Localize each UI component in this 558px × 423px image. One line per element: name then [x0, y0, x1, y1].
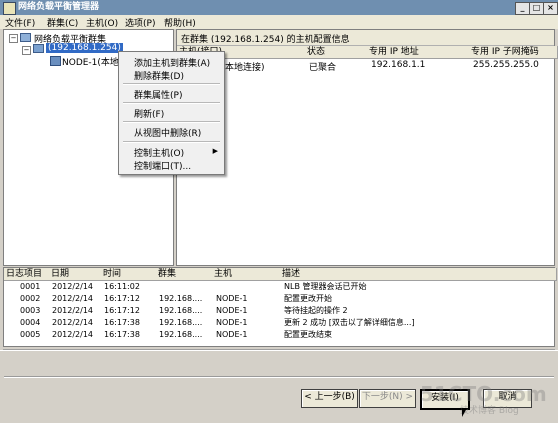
menu-bar: 文件(F) 群集(C) 主机(O) 选项(P) 帮助(H) — [0, 15, 558, 29]
cluster-icon — [33, 44, 44, 53]
log-column-description[interactable]: 描述 — [280, 268, 557, 281]
menu-options[interactable]: 选项(P) — [125, 16, 155, 29]
menu-host[interactable]: 主机(O) — [86, 16, 118, 29]
back-button[interactable]: < 上一步(B) — [301, 389, 358, 408]
menu-item-control-ports[interactable]: 控制端口(T)... — [134, 159, 191, 172]
status-cell: 已聚合 — [309, 63, 337, 73]
log-date: 2012/2/14 — [52, 294, 94, 303]
mouse-cursor-icon — [462, 408, 467, 417]
log-date: 2012/2/14 — [52, 318, 94, 327]
log-date: 2012/2/14 — [52, 282, 94, 291]
log-description: 更新 2 成功 [双击以了解详细信息...] — [284, 318, 415, 327]
column-private-ip[interactable]: 专用 IP 地址 — [367, 46, 472, 59]
menu-separator — [123, 102, 220, 104]
table-row[interactable]: 本地连接) 已聚合 192.168.1.1 255.255.255.0 — [177, 59, 554, 73]
log-column-id[interactable]: 日志项目 — [4, 268, 52, 281]
log-host: NODE-1 — [216, 318, 248, 327]
log-row[interactable]: 0001 2012/2/14 16:11:02 NLB 管理器会话已开始 — [4, 281, 554, 293]
host-icon — [50, 56, 61, 66]
log-row[interactable]: 0002 2012/2/14 16:17:12 192.168.... NODE… — [4, 293, 554, 305]
menu-help[interactable]: 帮助(H) — [164, 16, 196, 29]
log-cluster: 192.168.... — [159, 318, 203, 327]
maximize-button[interactable]: □ — [529, 2, 544, 15]
collapse-icon[interactable]: − — [9, 34, 18, 43]
log-description: NLB 管理器会话已开始 — [284, 282, 367, 291]
log-date: 2012/2/14 — [52, 330, 94, 339]
log-time: 16:11:02 — [104, 282, 140, 291]
collapse-icon[interactable]: − — [22, 46, 31, 55]
host-cell: 本地连接) — [225, 63, 265, 73]
log-date: 2012/2/14 — [52, 306, 94, 315]
network-cluster-icon — [20, 33, 31, 42]
app-icon — [3, 2, 16, 15]
host-pane-title: 在群集 (192.168.1.254) 的主机配置信息 — [181, 35, 350, 45]
log-time: 16:17:12 — [104, 294, 140, 303]
log-id: 0001 — [20, 282, 41, 291]
menu-item-delete-cluster[interactable]: 删除群集(D) — [134, 69, 184, 82]
log-id: 0002 — [20, 294, 41, 303]
log-cluster: 192.168.... — [159, 306, 203, 315]
divider — [4, 376, 554, 378]
log-row[interactable]: 0003 2012/2/14 16:17:12 192.168.... NODE… — [4, 305, 554, 317]
log-host: NODE-1 — [216, 294, 248, 303]
log-time: 16:17:38 — [104, 330, 140, 339]
window-title: 网络负载平衡管理器 — [18, 2, 100, 12]
menu-item-cluster-properties[interactable]: 群集属性(P) — [134, 88, 182, 101]
log-column-cluster[interactable]: 群集 — [156, 268, 215, 281]
log-host: NODE-1 — [216, 306, 248, 315]
log-id: 0003 — [20, 306, 41, 315]
log-description: 配置更改结束 — [284, 330, 332, 339]
menu-separator — [123, 121, 220, 123]
tree-cluster[interactable]: (192.168.1.254) — [46, 43, 123, 53]
menu-item-remove-from-view[interactable]: 从视图中删除(R) — [134, 126, 201, 139]
close-button[interactable]: × — [543, 2, 558, 15]
ip-cell: 192.168.1.1 — [371, 60, 426, 70]
menu-item-add-host[interactable]: 添加主机到群集(A) — [134, 56, 210, 69]
log-id: 0005 — [20, 330, 41, 339]
menu-separator — [123, 83, 220, 85]
log-id: 0004 — [20, 318, 41, 327]
column-status[interactable]: 状态 — [305, 46, 370, 59]
log-time: 16:17:38 — [104, 318, 140, 327]
minimize-button[interactable]: _ — [515, 2, 530, 15]
watermark-subtitle: 技术博客 Blog — [460, 406, 519, 416]
menu-file[interactable]: 文件(F) — [5, 16, 35, 29]
host-pane-caption: 在群集 (192.168.1.254) 的主机配置信息 — [177, 30, 554, 46]
log-row[interactable]: 0005 2012/2/14 16:17:38 192.168.... NODE… — [4, 329, 554, 341]
column-subnet-mask[interactable]: 专用 IP 子网掩码 — [469, 46, 558, 59]
next-button[interactable]: 下一步(N) > — [359, 389, 416, 408]
log-pane: 日志项目 日期 时间 群集 主机 描述 0001 2012/2/14 16:11… — [3, 267, 557, 347]
menu-separator — [123, 141, 220, 143]
log-column-date[interactable]: 日期 — [49, 268, 104, 281]
submenu-arrow-icon: ▶ — [212, 147, 218, 155]
log-description: 配置更改开始 — [284, 294, 332, 303]
menu-item-control-host[interactable]: 控制主机(O) — [134, 146, 184, 159]
host-config-pane: 在群集 (192.168.1.254) 的主机配置信息 主机(接口) 状态 专用… — [176, 29, 558, 266]
menu-item-refresh[interactable]: 刷新(F) — [134, 107, 164, 120]
menu-cluster[interactable]: 群集(C) — [47, 16, 78, 29]
log-column-time[interactable]: 时间 — [101, 268, 159, 281]
title-bar: 网络负载平衡管理器 _ □ × — [0, 0, 558, 15]
mask-cell: 255.255.255.0 — [473, 60, 539, 70]
log-description: 等待挂起的操作 2 — [284, 306, 348, 315]
log-cluster: 192.168.... — [159, 294, 203, 303]
log-time: 16:17:12 — [104, 306, 140, 315]
log-column-host[interactable]: 主机 — [212, 268, 283, 281]
context-menu: 添加主机到群集(A) 删除群集(D) 群集属性(P) 刷新(F) 从视图中删除(… — [118, 51, 225, 175]
log-row[interactable]: 0004 2012/2/14 16:17:38 192.168.... NODE… — [4, 317, 554, 329]
log-host: NODE-1 — [216, 330, 248, 339]
log-cluster: 192.168.... — [159, 330, 203, 339]
